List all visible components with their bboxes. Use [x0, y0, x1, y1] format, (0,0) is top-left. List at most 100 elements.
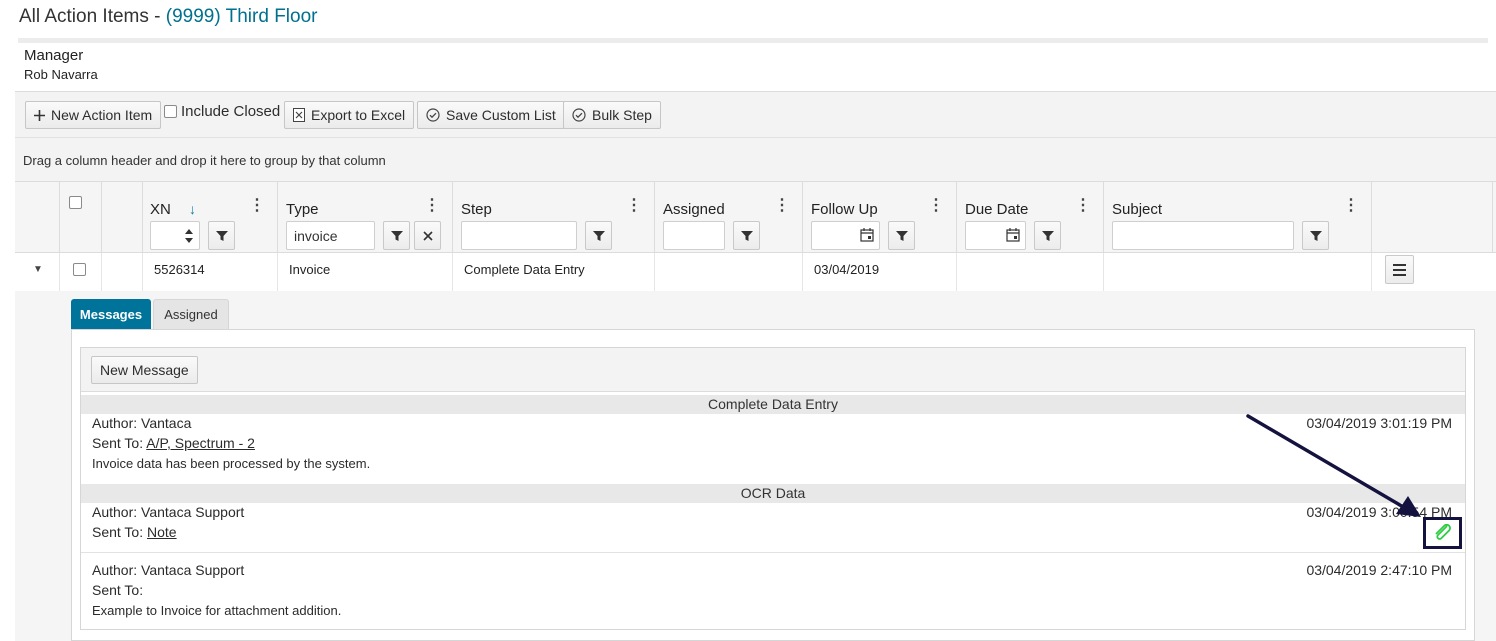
message-sent-to: Sent To: A/P, Spectrum - 2 [92, 435, 255, 451]
filter-icon [895, 230, 908, 241]
grid-header: XN ↓ ⋮ Type ⋮ Step ⋮ Assigned ⋮ Follow U… [15, 181, 1496, 253]
follow-up-filter-button[interactable] [888, 221, 915, 250]
column-separator [956, 253, 957, 291]
column-header-due-date[interactable]: Due Date [965, 201, 1028, 218]
column-menu-icon[interactable]: ⋮ [774, 198, 790, 214]
bulk-step-button[interactable]: Bulk Step [563, 101, 661, 129]
export-excel-button[interactable]: Export to Excel [284, 101, 415, 129]
step-filter-input[interactable] [461, 221, 577, 250]
row-menu-button[interactable] [1385, 255, 1414, 284]
plus-icon [34, 109, 45, 121]
filter-icon [215, 230, 228, 241]
paperclip-icon[interactable] [1433, 524, 1453, 542]
column-header-type[interactable]: Type [286, 201, 319, 218]
column-menu-icon[interactable]: ⋮ [1075, 198, 1091, 214]
column-separator [452, 253, 453, 291]
sent-to-label: Sent To: [92, 524, 148, 540]
calendar-icon[interactable] [1006, 228, 1020, 242]
message-divider [81, 552, 1465, 553]
column-separator [142, 253, 143, 291]
table-row[interactable]: ▼ 5526314 Invoice Complete Data Entry 03… [15, 253, 1496, 291]
column-header-xn[interactable]: XN [150, 201, 171, 218]
column-header-assigned[interactable]: Assigned [663, 201, 725, 218]
type-filter-clear-button[interactable] [414, 221, 441, 250]
type-filter-input[interactable] [286, 221, 375, 250]
manager-name: Rob Navarra [24, 67, 98, 82]
collapse-row-icon[interactable]: ▼ [33, 264, 43, 275]
column-menu-icon[interactable]: ⋮ [424, 198, 440, 214]
column-separator [1103, 182, 1104, 253]
messages-toolbar [81, 348, 1465, 392]
xn-filter-input[interactable] [150, 221, 200, 250]
row-xn: 5526314 [154, 262, 205, 277]
include-closed-label: Include Closed [181, 103, 281, 120]
filter-icon [592, 230, 605, 241]
bulk-step-label: Bulk Step [592, 107, 652, 123]
column-separator [277, 253, 278, 291]
tab-assigned[interactable]: Assigned [153, 299, 229, 329]
message-sent-to: Sent To: Note [92, 524, 177, 540]
type-filter-button[interactable] [383, 221, 410, 250]
assigned-filter-input[interactable] [663, 221, 725, 250]
column-separator [59, 253, 60, 291]
xn-filter-button[interactable] [208, 221, 235, 250]
column-menu-icon[interactable]: ⋮ [626, 198, 642, 214]
subject-filter-input[interactable] [1112, 221, 1294, 250]
due-date-filter-input[interactable] [965, 221, 1026, 250]
association-link[interactable]: (9999) Third Floor [166, 6, 318, 27]
column-separator [59, 182, 60, 253]
column-separator [101, 182, 102, 253]
page-title: All Action Items - (9999) Third Floor [19, 6, 318, 28]
column-menu-icon[interactable]: ⋮ [1343, 198, 1359, 214]
new-message-label: New Message [100, 362, 189, 378]
column-separator [956, 182, 957, 253]
include-closed-checkbox[interactable] [164, 105, 177, 118]
hamburger-icon [1393, 263, 1406, 266]
column-separator [802, 182, 803, 253]
group-drop-area[interactable]: Drag a column header and drop it here to… [15, 137, 1496, 181]
row-select-checkbox[interactable] [73, 263, 86, 276]
message-group-header: Complete Data Entry [81, 395, 1465, 414]
filter-icon [390, 230, 403, 241]
column-separator [452, 182, 453, 253]
follow-up-filter-input[interactable] [811, 221, 880, 250]
sent-to-link[interactable]: Note [147, 524, 177, 540]
column-menu-icon[interactable]: ⋮ [928, 198, 944, 214]
save-custom-list-button[interactable]: Save Custom List [417, 101, 565, 129]
assigned-filter-button[interactable] [733, 221, 760, 250]
spinner-icon[interactable] [185, 229, 193, 243]
column-separator [654, 253, 655, 291]
group-hint-text: Drag a column header and drop it here to… [23, 153, 386, 168]
tab-messages[interactable]: Messages [71, 299, 151, 329]
column-header-subject[interactable]: Subject [1112, 201, 1162, 218]
column-header-step[interactable]: Step [461, 201, 492, 218]
close-icon [422, 230, 433, 241]
filter-icon [740, 230, 753, 241]
select-all-checkbox[interactable] [69, 196, 82, 209]
hamburger-icon-line [1393, 273, 1406, 276]
column-menu-icon[interactable]: ⋮ [249, 198, 265, 214]
new-action-item-button[interactable]: New Action Item [25, 101, 162, 129]
message-author: Author: Vantaca [92, 415, 192, 431]
new-message-button[interactable]: New Message [91, 356, 198, 384]
save-custom-list-label: Save Custom List [446, 107, 556, 123]
hamburger-icon-line [1393, 268, 1406, 271]
filter-icon [1041, 230, 1054, 241]
sent-to-link[interactable]: A/P, Spectrum - 2 [146, 435, 255, 451]
message-date: 03/04/2019 2:47:10 PM [1306, 562, 1452, 578]
subject-filter-button[interactable] [1302, 221, 1329, 250]
step-filter-button[interactable] [585, 221, 612, 250]
due-date-filter-button[interactable] [1034, 221, 1061, 250]
column-separator [1371, 182, 1372, 253]
calendar-icon[interactable] [860, 228, 874, 242]
sort-descending-icon[interactable]: ↓ [189, 201, 196, 217]
message-body: Invoice data has been processed by the s… [92, 456, 371, 471]
column-header-follow-up[interactable]: Follow Up [811, 201, 878, 218]
column-separator [101, 253, 102, 291]
export-excel-label: Export to Excel [311, 107, 406, 123]
column-separator [654, 182, 655, 253]
message-author: Author: Vantaca Support [92, 504, 245, 520]
column-separator [1371, 253, 1372, 291]
grid-toolbar: New Action Item Include Closed Export to… [15, 91, 1496, 137]
include-closed-toggle[interactable]: Include Closed [164, 103, 280, 120]
